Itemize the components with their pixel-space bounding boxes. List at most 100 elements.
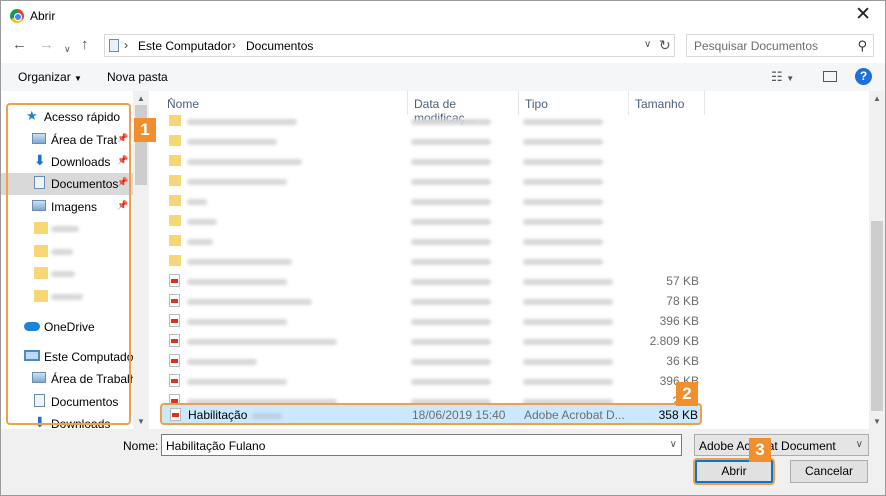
file-size: 57 KB xyxy=(666,274,699,288)
scroll-up-icon[interactable]: ▲ xyxy=(137,94,145,103)
redacted-name xyxy=(187,199,207,205)
redacted-name xyxy=(187,339,337,345)
breadcrumb-separator-icon[interactable]: › xyxy=(124,38,128,52)
file-type-select[interactable]: Adobe Acrobat Document ∨ xyxy=(694,434,869,456)
table-row[interactable] xyxy=(161,191,701,211)
preview-pane-icon[interactable] xyxy=(823,71,837,82)
refresh-icon[interactable]: ↻ xyxy=(659,37,671,54)
redacted-name xyxy=(187,139,277,145)
folder-icon xyxy=(169,115,181,126)
redacted-date xyxy=(411,299,491,305)
table-row[interactable]: 396 KB xyxy=(161,311,701,331)
column-label: Tipo xyxy=(525,97,548,111)
close-icon[interactable]: ✕ xyxy=(855,4,871,26)
redacted-type xyxy=(523,339,613,345)
redacted-name xyxy=(187,359,257,365)
scroll-down-icon[interactable]: ▼ xyxy=(137,417,145,426)
chevron-down-icon[interactable]: ∨ xyxy=(856,439,863,450)
redacted-type xyxy=(523,259,603,265)
search-icon[interactable]: ⚲ xyxy=(857,38,867,54)
command-bar: Organizar ▼ Nova pasta ☷ ▼ xyxy=(1,63,885,91)
column-label: Nome xyxy=(167,97,200,111)
redacted-type xyxy=(523,119,603,125)
table-row[interactable] xyxy=(161,171,701,191)
redacted-name xyxy=(187,259,292,265)
step-badge-2: 2 xyxy=(676,382,698,406)
file-list-scrollbar[interactable]: ▲ ▼ xyxy=(869,91,885,429)
organize-label: Organizar xyxy=(18,70,71,84)
redacted-name xyxy=(187,179,287,185)
organize-menu[interactable]: Organizar ▼ xyxy=(18,70,82,84)
folder-icon xyxy=(169,175,181,186)
step-badge-1: 1 xyxy=(134,118,156,142)
chevron-down-icon[interactable]: ∨ xyxy=(670,439,677,450)
file-list: ⌃ Nome Data de modificaç... Tipo Tamanho … xyxy=(151,91,869,429)
pdf-file-icon xyxy=(169,334,180,347)
table-row[interactable]: 2.809 KB xyxy=(161,331,701,351)
breadcrumb-documentos[interactable]: Documentos xyxy=(246,39,313,53)
table-row[interactable]: 57 KB xyxy=(161,271,701,291)
scrollbar-thumb[interactable] xyxy=(871,221,883,411)
file-name-input[interactable]: Habilitação Fulano ∨ xyxy=(161,434,682,456)
back-arrow-icon[interactable]: ← xyxy=(12,36,27,54)
folder-icon xyxy=(169,235,181,246)
folder-icon xyxy=(169,215,181,226)
redacted-date xyxy=(411,239,491,245)
chrome-icon xyxy=(10,9,24,23)
redacted-name xyxy=(187,299,312,305)
caret-down-icon: ▼ xyxy=(74,74,82,83)
table-row[interactable]: 396 KB xyxy=(161,371,701,391)
table-row[interactable] xyxy=(161,131,701,151)
help-icon[interactable]: ? xyxy=(855,68,872,85)
new-folder-button[interactable]: Nova pasta xyxy=(107,70,168,84)
redacted-name xyxy=(187,319,287,325)
redacted-date xyxy=(411,379,491,385)
forward-arrow-icon[interactable]: → xyxy=(39,36,54,54)
redacted-date xyxy=(411,359,491,365)
open-file-dialog: Abrir ✕ ← → ∨ ↑ › Este Computador › Docu… xyxy=(0,0,886,496)
redacted-date xyxy=(411,219,491,225)
redacted-type xyxy=(523,159,603,165)
table-row[interactable]: 36 KB xyxy=(161,351,701,371)
address-bar[interactable]: › Este Computador › Documentos ∨ ↻ xyxy=(104,34,675,57)
redacted-type xyxy=(523,199,603,205)
redacted-type xyxy=(523,279,613,285)
redacted-name xyxy=(187,159,302,165)
redacted-date xyxy=(411,199,491,205)
table-row[interactable] xyxy=(161,231,701,251)
redacted-type xyxy=(523,179,603,185)
table-row[interactable] xyxy=(161,211,701,231)
highlight-box-navigation xyxy=(6,103,131,425)
scrollbar-thumb[interactable] xyxy=(135,105,147,185)
file-size: 396 KB xyxy=(659,314,699,328)
file-name-label: Nome: xyxy=(123,439,159,453)
folder-icon xyxy=(169,155,181,166)
breadcrumb-este-computador[interactable]: Este Computador xyxy=(138,39,231,53)
title-bar: Abrir ✕ xyxy=(1,1,885,31)
recent-chevron-icon[interactable]: ∨ xyxy=(64,40,71,58)
breadcrumb-separator-icon[interactable]: › xyxy=(232,38,236,52)
pdf-file-icon xyxy=(169,354,180,367)
file-size: 78 KB xyxy=(666,294,699,308)
file-name-value[interactable]: Habilitação Fulano xyxy=(166,439,265,453)
cancel-button[interactable]: Cancelar xyxy=(790,460,868,483)
location-icon xyxy=(109,39,119,52)
scroll-down-icon[interactable]: ▼ xyxy=(873,417,881,426)
redacted-date xyxy=(411,119,491,125)
scroll-up-icon[interactable]: ▲ xyxy=(873,94,881,103)
table-row[interactable] xyxy=(161,111,701,131)
table-row[interactable] xyxy=(161,151,701,171)
redacted-date xyxy=(411,339,491,345)
redacted-type xyxy=(523,319,613,325)
table-row[interactable] xyxy=(161,251,701,271)
search-placeholder[interactable]: Pesquisar Documentos xyxy=(694,39,818,53)
address-dropdown-icon[interactable]: ∨ xyxy=(644,39,651,50)
redacted-type xyxy=(523,379,613,385)
search-box[interactable]: Pesquisar Documentos ⚲ xyxy=(686,34,874,57)
up-arrow-icon[interactable]: ↑ xyxy=(81,36,89,54)
file-size: 2.809 KB xyxy=(649,334,699,348)
table-row[interactable]: 78 KB xyxy=(161,291,701,311)
redacted-name xyxy=(187,219,217,225)
redacted-name xyxy=(187,239,213,245)
view-options-icon[interactable]: ☷ ▼ xyxy=(771,69,794,85)
